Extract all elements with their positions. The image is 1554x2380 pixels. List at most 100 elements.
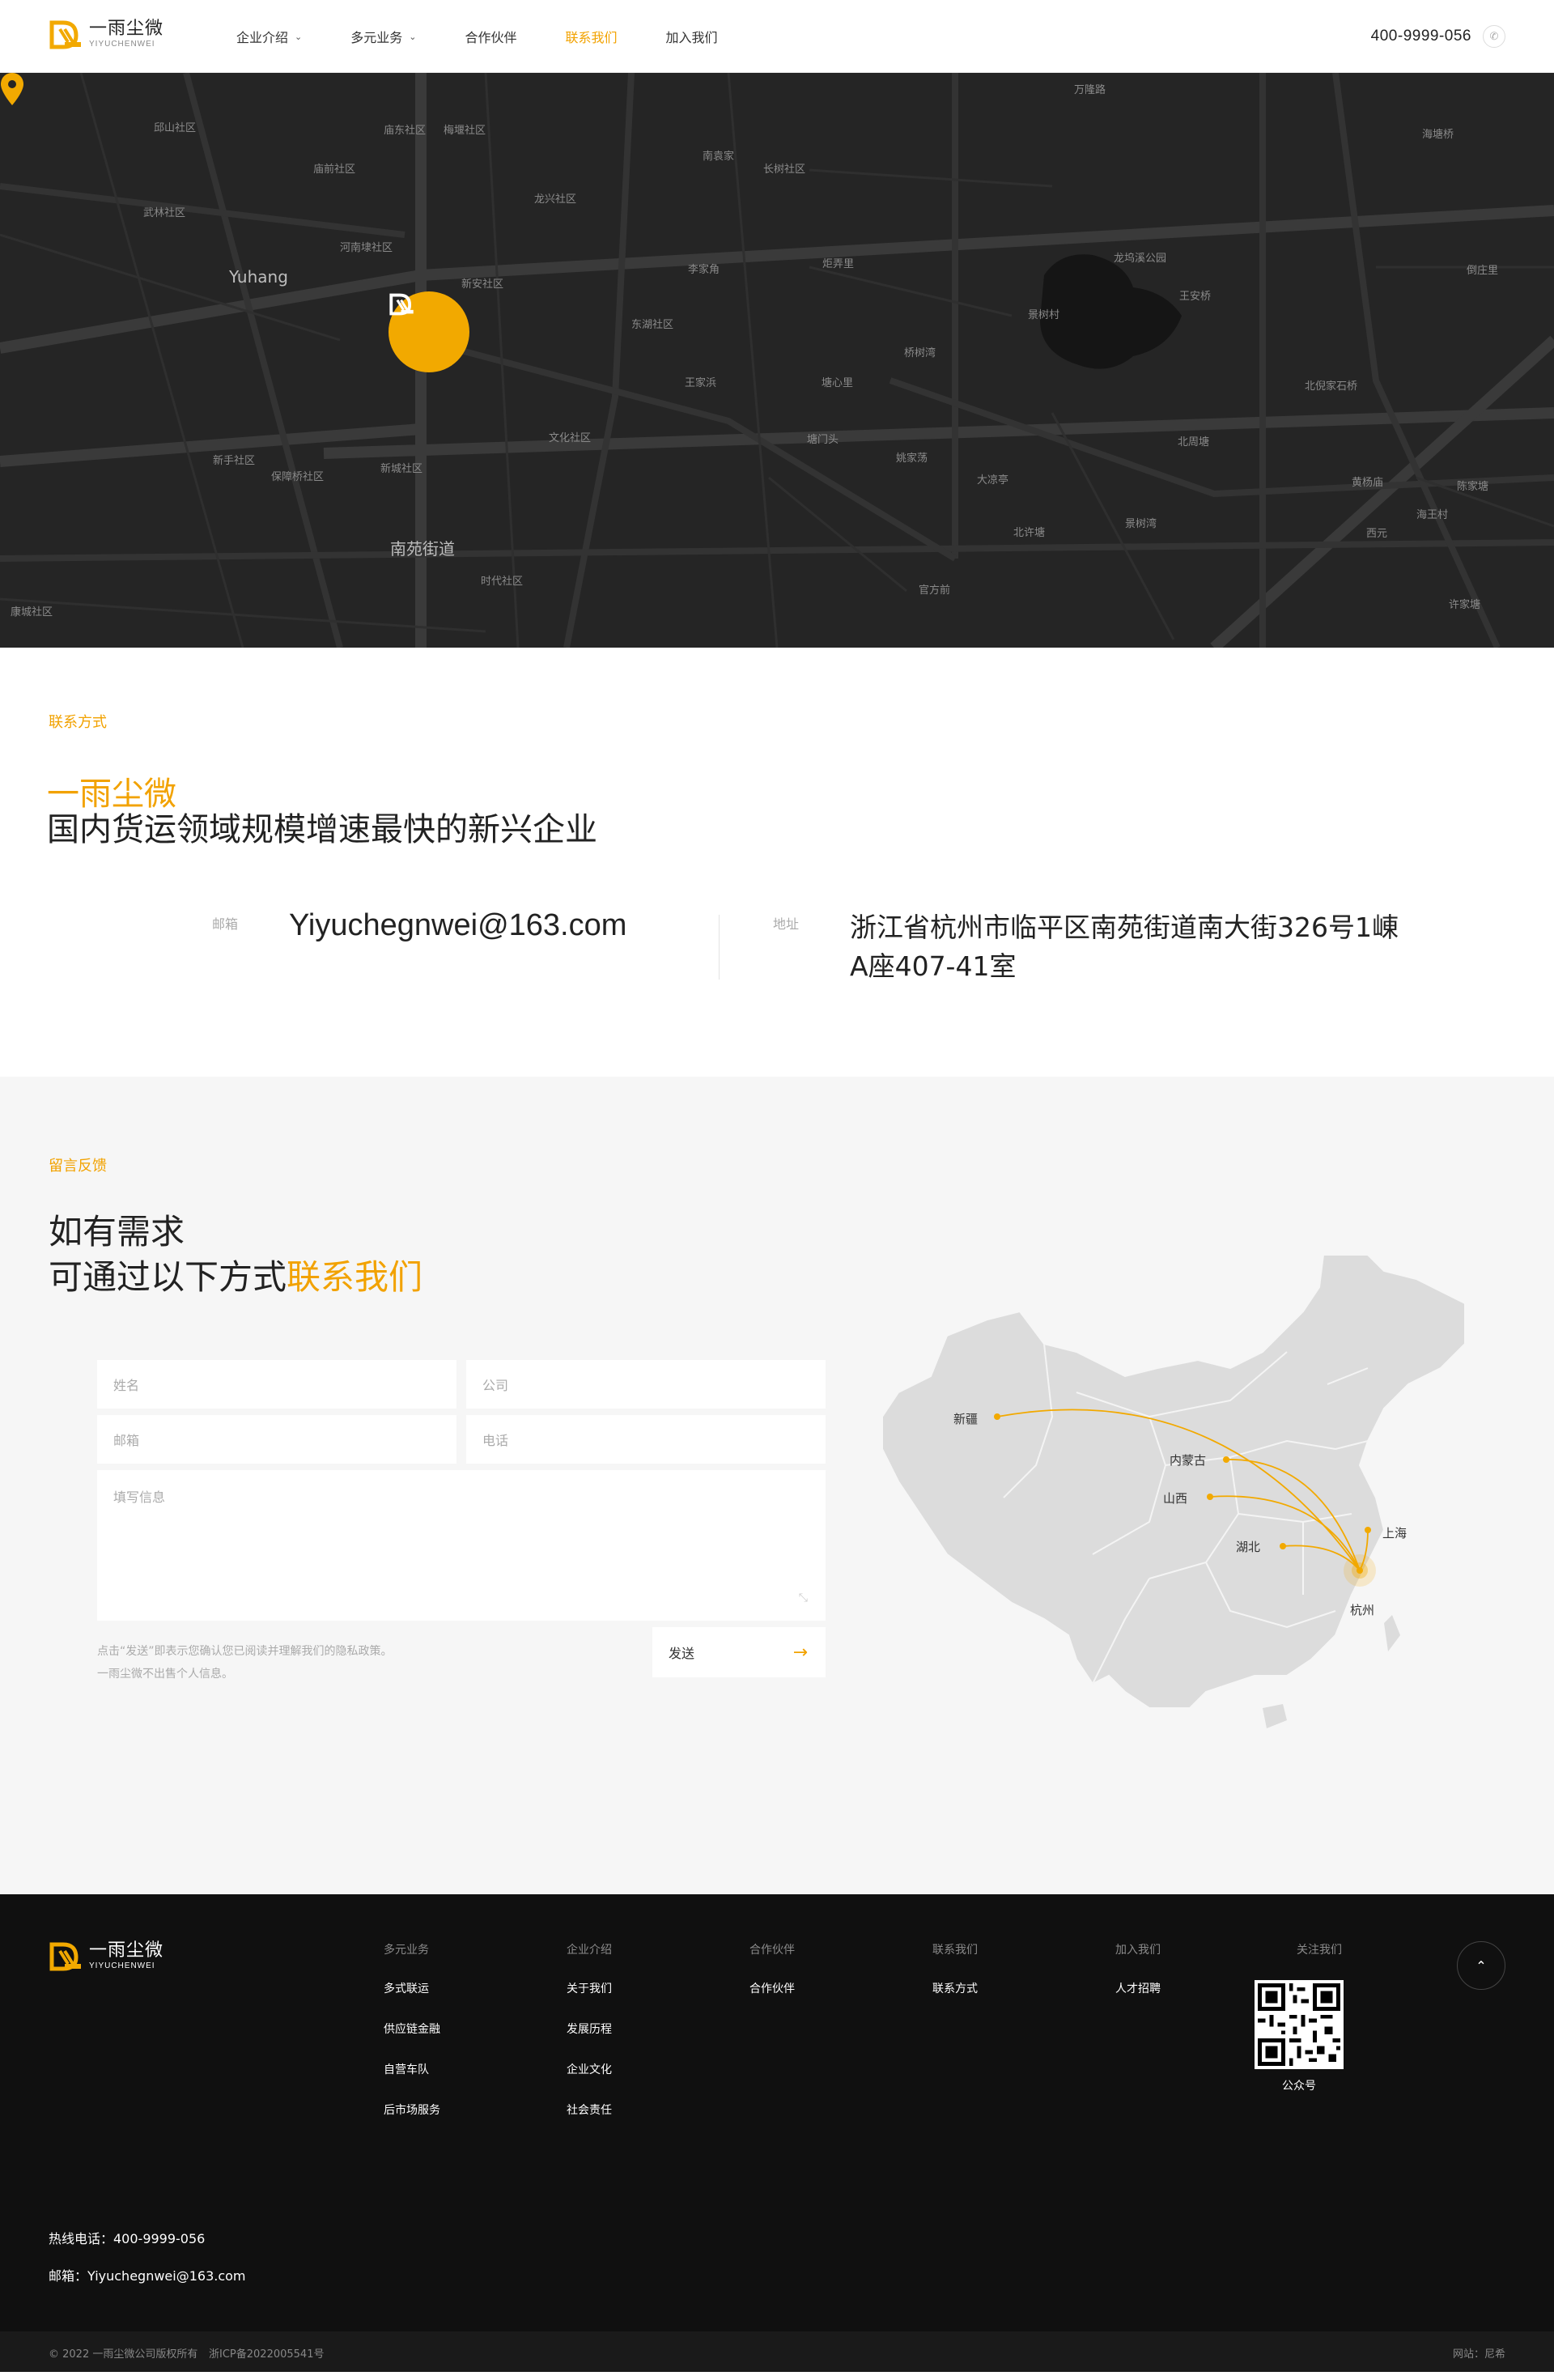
map-place-label: 王家浜 <box>685 377 717 389</box>
qr-label: 公众号 <box>1282 2080 1316 2093</box>
footer-link[interactable]: 联系方式 <box>932 1980 978 1996</box>
map-place-label: 北许塘 <box>1013 527 1046 539</box>
map-pin-icon <box>1 73 23 105</box>
footer-link[interactable]: 人才招聘 <box>1115 1980 1161 1996</box>
info-divider <box>719 915 720 980</box>
footer-col-title: 企业介绍 <box>567 1944 612 1957</box>
footer-link[interactable]: 社会责任 <box>567 2102 612 2118</box>
map-place-label: 姚家荡 <box>896 453 928 465</box>
nav-item-label: 多元业务 <box>350 30 403 45</box>
nav-item-label: 合作伙伴 <box>465 30 517 45</box>
nav-item-label: 加入我们 <box>665 30 718 45</box>
copyright-text: © 2022 一雨尘微公司版权所有 <box>49 2348 198 2361</box>
phone-placeholder: 电话 <box>482 1433 509 1448</box>
map-place-label: 北周塘 <box>1178 436 1210 448</box>
nav-item-label: 联系我们 <box>565 30 618 45</box>
map-place-label: 桥树湾 <box>904 347 936 359</box>
resize-handle-icon[interactable]: ⤡ <box>799 1592 808 1604</box>
map-place-label: 南袁家 <box>703 151 735 163</box>
map-place-label: 武林社区 <box>143 207 186 219</box>
footer-link[interactable]: 发展历程 <box>567 2021 612 2037</box>
location-map[interactable]: 邱山社区 庙东社区 梅堰社区 庙前社区 武林社区 河南埭社区 Yuhang 新安… <box>0 73 1554 648</box>
map-place-label: 南苑街道 <box>390 539 455 559</box>
map-place-label: 庙东社区 <box>384 125 427 137</box>
footer-email: 邮箱：Yiyuchegnwei@163.com <box>49 2268 246 2284</box>
map-place-label: 陈家塘 <box>1457 481 1489 493</box>
footer-link[interactable]: 关于我们 <box>567 1980 612 1996</box>
site-credit-link[interactable]: 网站：尼希 <box>1453 2345 1505 2361</box>
logo-mark-icon <box>49 20 81 49</box>
map-place-label: 东湖社区 <box>631 319 674 331</box>
footer-col-company: 企业介绍 关于我们 发展历程 企业文化 社会责任 <box>567 1941 612 2142</box>
contact-email[interactable]: Yiyuchegnwei@163.com <box>289 908 626 943</box>
send-button[interactable]: 发送 → <box>652 1627 826 1677</box>
chevron-down-icon: ⌄ <box>409 31 417 42</box>
footer-logo[interactable]: 一雨尘微 YIYUCHENWEI <box>49 1940 163 1974</box>
logo-name-en: YIYUCHENWEI <box>89 40 155 49</box>
icp-link[interactable]: 浙ICP备2022005541号 <box>209 2345 324 2361</box>
header-phone-number: 400-9999-056 <box>1370 28 1471 45</box>
name-input[interactable]: 姓名 <box>97 1360 456 1409</box>
footer-col-follow: 关注我们 公众号 <box>1255 1941 1344 2093</box>
address-label: 地址 <box>773 916 800 932</box>
nav-item-label: 企业介绍 <box>236 30 289 45</box>
footer-link[interactable]: 合作伙伴 <box>749 1980 795 1996</box>
footer-col-title: 合作伙伴 <box>749 1944 795 1957</box>
footer-col-contact: 联系我们 联系方式 <box>932 1941 978 2021</box>
phone-input[interactable]: 电话 <box>466 1415 826 1464</box>
map-place-label: 康城社区 <box>11 606 53 618</box>
phone-icon: ✆ <box>1483 25 1505 48</box>
message-textarea[interactable]: 填写信息 ⤡ <box>97 1470 826 1621</box>
footer-link[interactable]: 多式联运 <box>384 1980 440 1996</box>
feedback-title: 如有需求 可通过以下方式联系我们 <box>49 1209 422 1300</box>
map-place-label: Yuhang <box>229 267 288 287</box>
map-place-label: 大凉亭 <box>977 474 1009 487</box>
header-phone[interactable]: 400-9999-056 ✆ <box>1371 0 1505 73</box>
map-place-label: 长树社区 <box>763 164 806 176</box>
company-location-marker[interactable] <box>388 291 469 372</box>
email-input[interactable]: 邮箱 <box>97 1415 456 1464</box>
footer-link[interactable]: 供应链金融 <box>384 2021 440 2037</box>
nav-item-join[interactable]: 加入我们 <box>666 27 718 46</box>
nav-item-business[interactable]: 多元业务 ⌄ <box>350 27 416 46</box>
feedback-title-line2: 可通过以下方式联系我们 <box>49 1255 422 1300</box>
footer-link[interactable]: 自营车队 <box>384 2061 440 2077</box>
nav-item-partners[interactable]: 合作伙伴 <box>465 27 516 46</box>
privacy-note-line1: 点击“发送”即表示您确认您已阅读并理解我们的隐私政策。 <box>97 1645 393 1658</box>
email-placeholder: 邮箱 <box>113 1433 140 1448</box>
footer-col-title: 关注我们 <box>1297 1944 1342 1957</box>
map-point-label: 内蒙古 <box>1170 1453 1207 1468</box>
map-place-label: 海塘桥 <box>1422 129 1454 141</box>
privacy-note-line2: 一雨尘微不出售个人信息。 <box>97 1668 233 1681</box>
map-place-label: 倒庄里 <box>1467 265 1499 277</box>
map-place-label: 新城社区 <box>380 463 423 475</box>
brand-logo[interactable]: 一雨尘微 YIYUCHENWEI <box>49 18 163 52</box>
map-place-label: 河南埭社区 <box>340 242 393 254</box>
nav-item-company[interactable]: 企业介绍 ⌄ <box>236 27 302 46</box>
arrow-right-icon: → <box>792 1642 808 1663</box>
company-input[interactable]: 公司 <box>466 1360 826 1409</box>
map-place-label: 海王村 <box>1416 509 1449 521</box>
back-to-top-button[interactable]: ⌃ <box>1457 1941 1505 1990</box>
footer-bottom-bar: © 2022 一雨尘微公司版权所有 浙ICP备2022005541号 网站：尼希 <box>0 2331 1554 2372</box>
company-placeholder: 公司 <box>482 1378 509 1393</box>
logo-name-en: YIYUCHENWEI <box>89 1961 155 1970</box>
footer-col-title: 联系我们 <box>932 1944 978 1957</box>
map-place-label: 景树湾 <box>1125 518 1157 530</box>
send-button-label: 发送 <box>669 1646 695 1661</box>
map-point-label: 湖北 <box>1236 1540 1261 1554</box>
footer-link[interactable]: 后市场服务 <box>384 2102 440 2118</box>
map-place-label: 塘门头 <box>807 434 839 446</box>
nav-item-contact[interactable]: 联系我们 <box>565 27 617 46</box>
email-label: 邮箱 <box>212 916 239 932</box>
map-place-label: 龙兴社区 <box>534 193 577 206</box>
footer-hotline: 热线电话：400-9999-056 <box>49 2231 206 2246</box>
footer-col-title: 多元业务 <box>384 1944 429 1957</box>
map-place-label: 李家角 <box>688 264 720 276</box>
map-place-label: 许家塘 <box>1449 599 1481 611</box>
qr-code-icon <box>1258 1983 1340 2066</box>
footer-col-business: 多元业务 多式联运 供应链金融 自营车队 后市场服务 <box>384 1941 440 2142</box>
footer-link[interactable]: 企业文化 <box>567 2061 612 2077</box>
map-place-label: 龙坞溪公园 <box>1114 253 1167 265</box>
chevron-down-icon: ⌄ <box>295 31 303 42</box>
